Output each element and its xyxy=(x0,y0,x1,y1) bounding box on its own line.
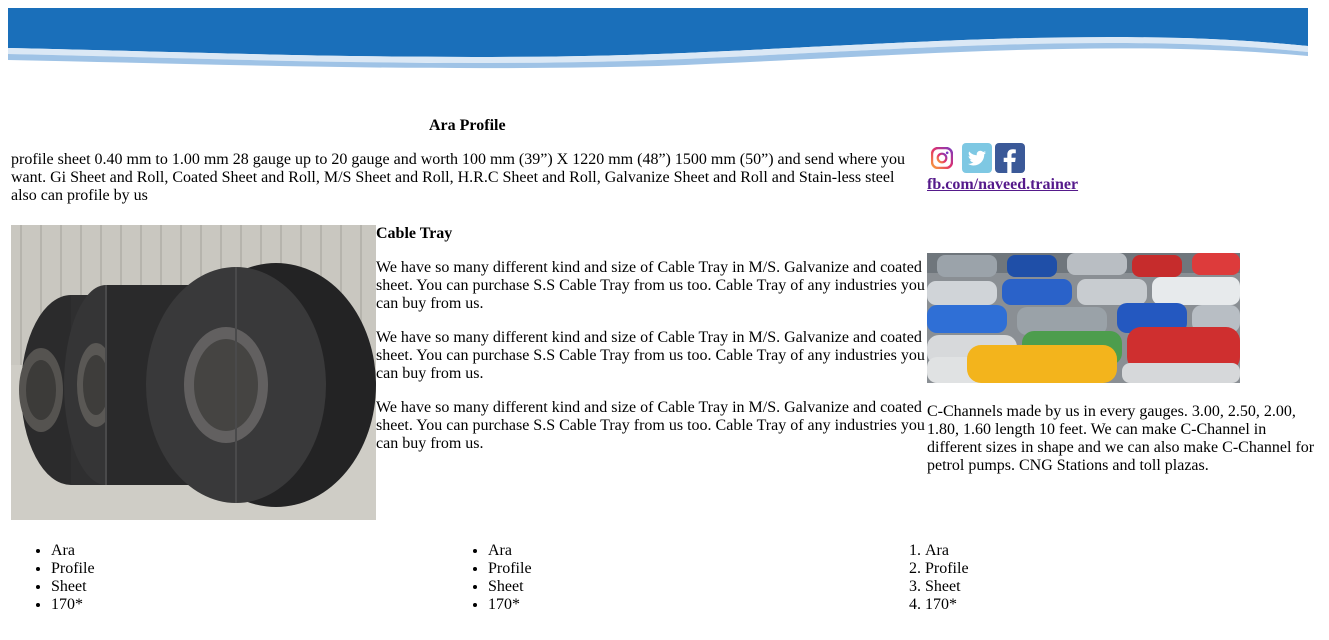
cable-tray-paragraph: We have so many different kind and size … xyxy=(376,399,925,452)
instagram-icon[interactable] xyxy=(929,145,955,171)
list-item: Sheet xyxy=(925,578,969,596)
intro-text: profile sheet 0.40 mm to 1.00 mm 28 gaug… xyxy=(11,151,906,204)
cable-tray-paragraph: We have so many different kind and size … xyxy=(376,329,925,382)
steel-coils-image xyxy=(11,225,376,520)
list-unordered-2: Ara Profile Sheet 170* xyxy=(448,542,532,614)
list-item: 170* xyxy=(488,596,532,614)
list-item: Ara xyxy=(51,542,95,560)
page-title: Ara Profile xyxy=(429,117,506,134)
twitter-icon[interactable] xyxy=(962,143,992,173)
cable-tray-section: Cable Tray We have so many different kin… xyxy=(376,225,926,469)
list-item: Sheet xyxy=(488,578,532,596)
list-ordered: Ara Profile Sheet 170* xyxy=(885,542,969,614)
list-item: 170* xyxy=(51,596,95,614)
list-item: Sheet xyxy=(51,578,95,596)
coated-coils-image xyxy=(927,253,1240,383)
list-item: Profile xyxy=(488,560,532,578)
list-item: Ara xyxy=(925,542,969,560)
facebook-icon[interactable] xyxy=(995,143,1025,173)
cable-tray-heading: Cable Tray xyxy=(376,225,453,242)
cable-tray-paragraph: We have so many different kind and size … xyxy=(376,259,925,312)
c-channel-text: C-Channels made by us in every gauges. 3… xyxy=(927,403,1315,474)
header-banner xyxy=(8,8,1308,69)
list-item: Profile xyxy=(51,560,95,578)
list-unordered-1: Ara Profile Sheet 170* xyxy=(11,542,95,614)
facebook-link[interactable]: fb.com/naveed.trainer xyxy=(927,176,1078,194)
social-links: fb.com/naveed.trainer xyxy=(927,143,1127,194)
list-item: 170* xyxy=(925,596,969,614)
list-item: Profile xyxy=(925,560,969,578)
list-item: Ara xyxy=(488,542,532,560)
